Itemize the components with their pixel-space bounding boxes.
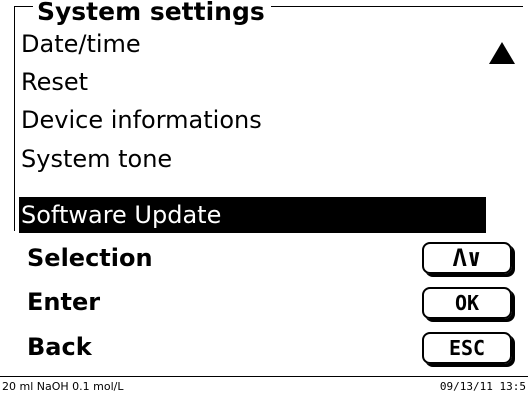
menu-item-software-update[interactable]: Software Update [19, 197, 486, 233]
up-down-arrows-icon: Λ∨ [452, 244, 482, 272]
menu-item-device-informations[interactable]: Device informations [19, 102, 262, 138]
menu-item-reset[interactable]: Reset [19, 64, 88, 100]
panel-title: System settings [33, 0, 271, 27]
ok-button[interactable]: OK [422, 287, 512, 319]
menu-item-system-tone[interactable]: System tone [19, 141, 172, 177]
scroll-up-icon[interactable] [489, 42, 515, 64]
date-time-status: 09/13/11 13:5 [439, 380, 526, 393]
selection-label: Selection [27, 244, 153, 272]
back-label: Back [27, 333, 92, 361]
method-status-text: 20 ml NaOH 0.1 mol/L [2, 380, 124, 393]
menu-item-date-time[interactable]: Date/time [19, 26, 141, 62]
status-bar: 20 ml NaOH 0.1 mol/L 09/13/11 13:5 [0, 376, 528, 396]
enter-label: Enter [27, 288, 101, 316]
selection-up-down-button[interactable]: Λ∨ [422, 242, 512, 274]
esc-button[interactable]: ESC [422, 332, 512, 364]
